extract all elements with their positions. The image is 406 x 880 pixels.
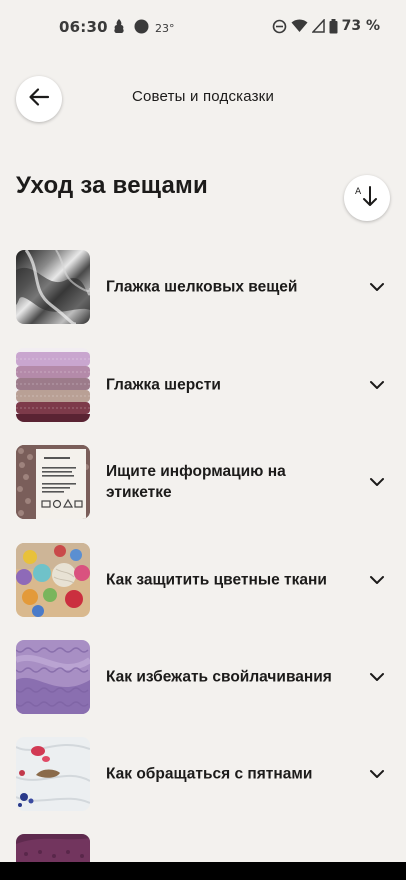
cell-signal-icon <box>311 19 325 33</box>
chevron-down-icon[interactable] <box>368 473 386 491</box>
status-time: 06:30 <box>59 18 108 36</box>
chevron-down-icon[interactable] <box>368 571 386 589</box>
silk-fabric-thumbnail <box>16 250 90 324</box>
weather-moon-icon <box>134 19 149 38</box>
status-notification-icons: 23° <box>112 18 175 38</box>
stacked-sweaters-thumbnail <box>16 348 90 422</box>
list-item-care-label[interactable]: Ищите информацию на этикетке <box>0 445 406 519</box>
list-item-silk-ironing[interactable]: Глажка шелковых вещей <box>0 250 406 324</box>
list-item-protect-colors[interactable]: Как защитить цветные ткани <box>0 543 406 617</box>
battery-percentage: 73 % <box>341 18 380 34</box>
purple-knit-thumbnail <box>16 640 90 714</box>
chevron-down-icon[interactable] <box>368 668 386 686</box>
sort-alphabetical-icon: A <box>354 184 380 212</box>
section-title: Уход за вещами <box>16 172 208 199</box>
tip-label: Как обращаться с пятнами <box>106 765 313 783</box>
wifi-icon <box>291 19 308 33</box>
tip-label: Глажка шелковых вещей <box>106 278 298 296</box>
svg-text:A: A <box>355 187 362 197</box>
chevron-down-icon[interactable] <box>368 765 386 783</box>
status-system-icons: 73 % <box>272 18 380 34</box>
status-bar: 06:30 23° 73 % <box>0 0 406 56</box>
care-label-thumbnail <box>16 445 90 519</box>
tip-label: Глажка шерсти <box>106 376 221 394</box>
do-not-disturb-icon <box>272 19 287 34</box>
page-title: Советы и подсказки <box>131 88 275 105</box>
tip-label: Ищите информацию на этикетке <box>106 463 286 501</box>
sort-button[interactable]: A <box>344 175 390 221</box>
list-item-wool-ironing[interactable]: Глажка шерсти <box>0 348 406 422</box>
tip-label: Как защитить цветные ткани <box>106 571 327 589</box>
status-temperature: 23° <box>155 21 175 35</box>
yarn-balls-thumbnail <box>16 543 90 617</box>
list-item-stains[interactable]: Как обращаться с пятнами <box>0 737 406 811</box>
system-gesture-bar <box>0 862 406 880</box>
chevron-down-icon[interactable] <box>368 376 386 394</box>
notification-app-icon <box>112 18 126 38</box>
chevron-down-icon[interactable] <box>368 278 386 296</box>
tip-label: Как избежать свойлачивания <box>106 668 332 686</box>
list-item-avoid-felting[interactable]: Как избежать свойлачивания <box>0 640 406 714</box>
battery-icon <box>329 18 338 34</box>
stained-cloth-thumbnail <box>16 737 90 811</box>
